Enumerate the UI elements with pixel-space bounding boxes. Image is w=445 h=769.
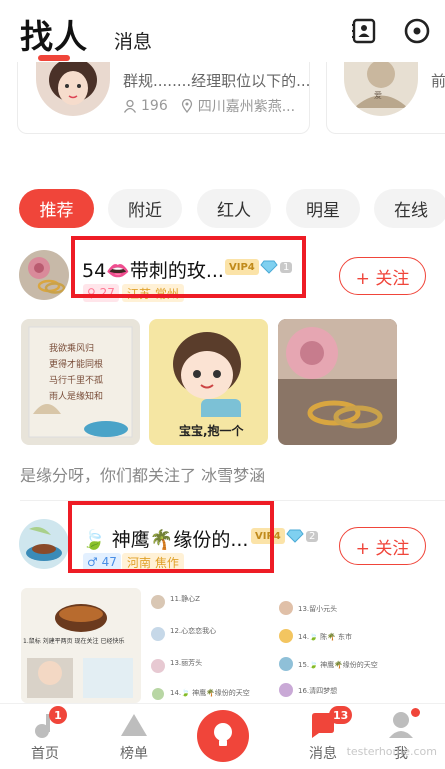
chip-recommend[interactable]: 推荐	[19, 189, 94, 228]
photo-thumbnail[interactable]: 1.鼠标 刘建平两页 现在关注 已经快乐	[21, 588, 141, 703]
follow-button[interactable]: + 关注	[339, 257, 426, 295]
user-avatar[interactable]	[19, 250, 69, 300]
chip-influencers[interactable]: 红人	[197, 189, 271, 228]
diamond-level: 2	[306, 530, 319, 542]
nav-home[interactable]: 1 首页	[10, 704, 80, 769]
svg-text:马行千里不孤: 马行千里不孤	[49, 374, 103, 386]
nav-messages-label: 消息	[309, 746, 337, 762]
photo-thumbnail[interactable]	[278, 319, 397, 445]
user-photos: 1.鼠标 刘建平两页 现在关注 已经快乐 11.静心Z 12.心恋恋我心 13.…	[21, 588, 445, 703]
common-follow-text: 是缘分呀，你们都关注了 冰雪梦涵	[20, 466, 266, 485]
nav-messages[interactable]: 13 消息	[288, 704, 358, 769]
group-avatar: 爱	[344, 62, 418, 116]
annotation-box	[68, 501, 274, 573]
group-card-meta: 196 四川嘉州紫燕...	[123, 96, 295, 116]
nav-home-label: 首页	[31, 746, 59, 762]
diamond-icon	[286, 529, 304, 543]
profile-icon	[387, 708, 420, 740]
svg-text:雨人是缘知和: 雨人是缘知和	[49, 390, 103, 402]
home-music-note-icon: 1	[31, 706, 67, 740]
chip-online[interactable]: 在线	[374, 189, 445, 228]
center-action-button[interactable]	[197, 710, 249, 762]
page-title[interactable]: 找人	[20, 10, 88, 58]
photo-thumbnail[interactable]: 我欲乘风归 更得才能同根 马行千里不孤 雨人是缘知和	[21, 319, 140, 445]
group-card-description: 群规........经理职位以下的...	[123, 72, 310, 90]
contact-book-icon[interactable]	[350, 17, 378, 45]
photo-thumbnail[interactable]: 11.静心Z 12.心恋恋我心 13.丽芳头 14.🍃 神鹰🌴缘份的天空	[148, 588, 268, 703]
person-icon	[123, 99, 137, 113]
active-tab-indicator	[38, 55, 70, 61]
group-card[interactable]: 爱 前	[326, 62, 445, 134]
diamond-badge: 2	[286, 528, 319, 544]
group-card-description: 前	[431, 72, 445, 90]
chip-stars[interactable]: 明星	[286, 189, 360, 228]
svg-text:更得才能同根: 更得才能同根	[49, 358, 103, 370]
group-cards: 群规........经理职位以下的... 196 四川嘉州紫燕... 爱 前	[0, 62, 445, 137]
messages-badge: 13	[329, 706, 353, 724]
nav-me[interactable]: 我	[366, 704, 436, 769]
home-badge: 1	[49, 706, 67, 724]
lightbulb-icon	[214, 723, 232, 746]
nav-ranking-label: 榜单	[120, 746, 148, 762]
group-avatar	[36, 62, 110, 116]
follow-button[interactable]: + 关注	[339, 527, 426, 565]
svg-text:我欲乘风归: 我欲乘风归	[49, 342, 94, 354]
photo-thumbnail[interactable]: 宝宝,抱一个	[149, 319, 268, 445]
nav-ranking[interactable]: 榜单	[99, 704, 169, 769]
group-location: 四川嘉州紫燕...	[197, 99, 296, 115]
header: 找人 消息	[0, 0, 445, 70]
photo-caption: 宝宝,抱一个	[179, 424, 244, 438]
group-card[interactable]: 群规........经理职位以下的... 196 四川嘉州紫燕...	[17, 62, 310, 134]
filter-chips: 推荐 附近 红人 明星 在线	[0, 189, 445, 229]
chip-nearby[interactable]: 附近	[108, 189, 182, 228]
compass-icon[interactable]	[403, 17, 431, 45]
photo-thumbnail[interactable]: 13.留小元头 14.🍃 陈🌴 东市 15.🍃 神鹰🌴缘份的天空 16.清四梦想	[276, 588, 396, 703]
user-photos: 我欲乘风归 更得才能同根 马行千里不孤 雨人是缘知和 宝宝,抱一个	[21, 319, 421, 445]
location-pin-icon	[181, 99, 192, 113]
group-member-count: 196	[141, 98, 168, 114]
annotation-box	[71, 236, 306, 298]
message-bubble-icon: 13	[309, 706, 353, 740]
watermark: testerhome.com	[346, 745, 437, 758]
tab-messages[interactable]: 消息	[114, 27, 152, 54]
me-dot-badge	[411, 708, 420, 717]
user-avatar[interactable]	[19, 519, 69, 569]
ranking-triangle-icon	[120, 710, 148, 740]
screen-caption: 1.鼠标 刘建平两页 现在关注 已经快乐	[23, 638, 125, 645]
svg-text:爱: 爱	[374, 91, 382, 100]
